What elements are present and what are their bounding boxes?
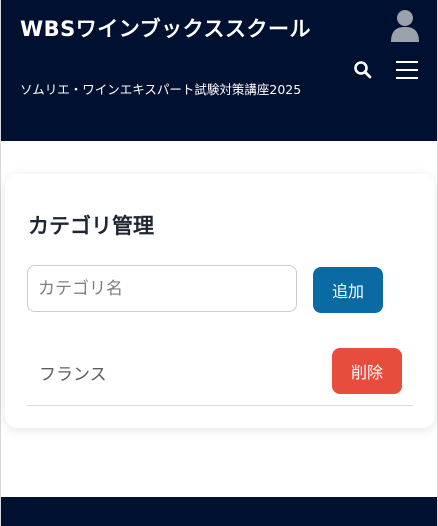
category-management-card: カテゴリ管理 追加 フランス 削除	[5, 174, 435, 428]
category-name-input[interactable]	[27, 265, 297, 312]
menu-bar	[396, 61, 418, 63]
site-header: WBSワインブックススクール ソムリエ・ワインエキスパート試験対策講座2025	[1, 0, 437, 141]
search-icon[interactable]	[353, 60, 373, 80]
site-title[interactable]: WBSワインブックススクール	[20, 16, 320, 43]
menu-bar	[396, 77, 418, 79]
add-button[interactable]: 追加	[313, 267, 383, 313]
site-footer	[1, 497, 437, 526]
menu-icon[interactable]	[396, 61, 418, 79]
delete-button[interactable]: 削除	[332, 348, 402, 394]
category-name: フランス	[39, 365, 107, 385]
menu-bar	[396, 69, 418, 71]
site-subtitle: ソムリエ・ワインエキスパート試験対策講座2025	[20, 82, 302, 97]
category-row: フランス 削除	[27, 344, 413, 406]
user-icon[interactable]	[389, 8, 421, 42]
card-title: カテゴリ管理	[28, 214, 154, 238]
